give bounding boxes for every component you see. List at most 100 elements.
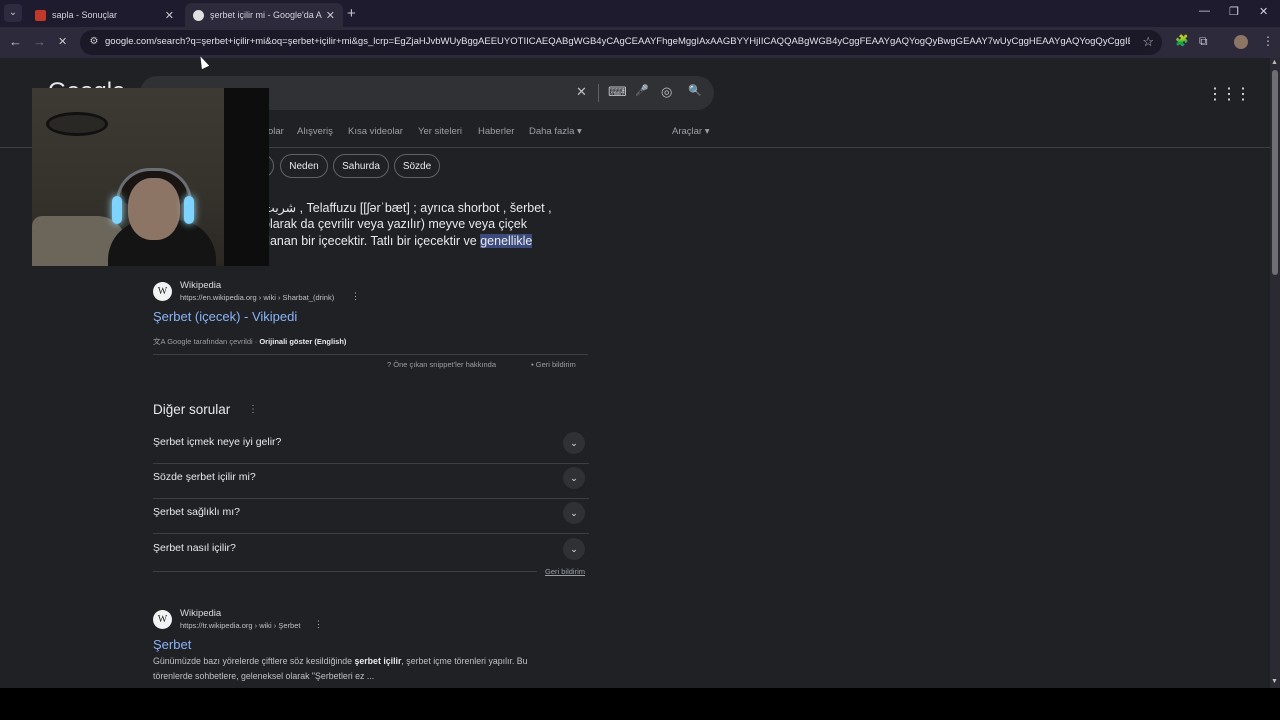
stop-loading-button[interactable]: ✕ [58, 35, 67, 48]
nav-tab-more[interactable]: Daha fazla ▾ [529, 126, 582, 137]
address-bar[interactable]: ⚙ google.com/search?q=şerbet+içilir+mi&o… [80, 30, 1162, 55]
scroll-down-arrow[interactable]: ▼ [1271, 678, 1278, 685]
result-description: törenlerde sohbetlere, geleneksel olarak… [153, 671, 375, 681]
snippet-text: rlanan bir içecektir. Tatlı bir içecekti… [263, 234, 481, 248]
desc-text: Günümüzde bazı yörelerde çiftlere söz ke… [153, 656, 355, 666]
browser-window: ⌄ sapla - Sonuçlar ✕ şerbet içilir mi - … [0, 0, 1280, 688]
scroll-up-arrow[interactable]: ▲ [1271, 59, 1278, 66]
about-snippets-link[interactable]: ? Öne çıkan snippet'ler hakkında [387, 360, 496, 369]
tab-sapla[interactable]: sapla - Sonuçlar ✕ [27, 3, 182, 27]
nav-tab-news[interactable]: Haberler [478, 126, 514, 137]
related-question[interactable]: Şerbet içmek neye iyi gelir? ⌄ [153, 431, 589, 466]
restore-button[interactable]: ❐ [1229, 5, 1239, 18]
question-divider [153, 463, 589, 464]
related-question[interactable]: Sözde şerbet içilir mi? ⌄ [153, 466, 589, 501]
related-question[interactable]: Şerbet nasıl içilir? ⌄ [153, 537, 589, 572]
url-text[interactable]: google.com/search?q=şerbet+içilir+mi&oq=… [105, 36, 1130, 47]
extensions-icon[interactable]: ⧉ [1199, 34, 1208, 49]
questions-divider [153, 571, 537, 572]
more-options-icon[interactable]: ⋮ [314, 619, 323, 630]
close-tab-icon[interactable]: ✕ [165, 9, 174, 22]
source-url: https://en.wikipedia.org › wiki › Sharba… [180, 293, 335, 302]
close-tab-icon[interactable]: ✕ [326, 9, 335, 22]
question-divider [153, 498, 589, 499]
headphone-left [112, 196, 122, 224]
clear-search-icon[interactable]: ✕ [576, 84, 587, 100]
google-apps-icon[interactable]: ⋮⋮⋮ [1207, 84, 1251, 104]
question-text: Şerbet sağlıklı mı? [153, 506, 240, 518]
new-tab-button[interactable]: + [347, 5, 356, 22]
result-title-link[interactable]: Şerbet (içecek) - Vikipedi [153, 309, 297, 324]
result-title-link[interactable]: Şerbet [153, 637, 191, 652]
chevron-down-icon[interactable]: ⌄ [563, 538, 585, 560]
webcam-overlay [32, 88, 269, 266]
search-icon[interactable]: 🔍 [688, 84, 702, 97]
microphone-icon[interactable]: 🎤 [635, 84, 649, 97]
tab-favicon [35, 9, 46, 21]
featured-snippet-line: olarak da çevrilir veya yazılır) meyve v… [263, 217, 527, 231]
webcam-doorway [224, 88, 269, 266]
nav-tab-web[interactable]: Yer siteleri [418, 126, 462, 137]
tab-title: şerbet içilir mi - Google'da Ara [210, 10, 322, 20]
bookmark-star-icon[interactable]: ☆ [1142, 34, 1154, 50]
more-options-icon[interactable]: ⋮ [351, 291, 360, 302]
featured-snippet-line: rlanan bir içecektir. Tatlı bir içecekti… [263, 234, 533, 248]
about-snippets-label: Öne çıkan snippet'ler hakkında [393, 360, 497, 369]
site-info-icon[interactable]: ⚙ [88, 36, 100, 48]
source-url: https://tr.wikipedia.org › wiki › Şerbet [180, 621, 301, 630]
forward-button[interactable]: → [33, 34, 46, 49]
webcam-mirror [46, 112, 108, 136]
source-name: Wikipedia [180, 608, 222, 619]
question-text: Sözde şerbet içilir mi? [153, 471, 256, 483]
desc-text: , şerbet içme törenleri yapılır. Bu [401, 656, 528, 666]
snippet-feedback-link[interactable]: ▪ Geri bildirim [531, 360, 576, 369]
snippet-highlight: genellikle [480, 234, 533, 248]
close-window-button[interactable]: ✕ [1259, 5, 1268, 18]
nav-tab-short-videos[interactable]: Kısa videolar [348, 126, 403, 137]
snippet-divider [153, 354, 588, 355]
desc-bold: şerbet içilir [354, 656, 402, 666]
questions-feedback-link[interactable]: Geri bildirim [545, 567, 585, 576]
extension-red-icon[interactable]: 🧩 [1175, 34, 1189, 47]
question-text: Şerbet nasıl içilir? [153, 542, 236, 554]
nav-tab-images[interactable]: olar [268, 126, 284, 137]
wikipedia-icon: W [153, 610, 172, 629]
tab-strip: ⌄ sapla - Sonuçlar ✕ şerbet içilir mi - … [0, 0, 1280, 27]
chevron-down-icon[interactable]: ⌄ [563, 502, 585, 524]
related-question[interactable]: Şerbet sağlıklı mı? ⌄ [153, 501, 589, 536]
chevron-down-icon[interactable]: ⌄ [563, 467, 585, 489]
translation-note: 文A Google tarafından çevrildi · Orijinal… [153, 336, 346, 347]
lens-icon[interactable]: ◎ [661, 84, 672, 100]
tab-search-button[interactable]: ⌄ [4, 4, 22, 22]
minimize-button[interactable]: — [1199, 5, 1210, 17]
browser-toolbar: ← → ✕ ⚙ google.com/search?q=şerbet+içili… [0, 27, 1280, 58]
chevron-down-icon[interactable]: ⌄ [563, 432, 585, 454]
filter-chip-sahurda[interactable]: Sahurda [333, 154, 389, 178]
wikipedia-icon: W [153, 282, 172, 301]
scroll-thumb[interactable] [1272, 70, 1278, 275]
profile-avatar[interactable] [1234, 35, 1248, 49]
page-scrollbar[interactable]: ▲ ▼ [1270, 58, 1280, 688]
letterbox-bar [0, 688, 1280, 720]
filter-chip-neden[interactable]: Neden [280, 154, 328, 178]
show-original-link[interactable]: Orijinali göster (English) [259, 337, 346, 346]
nav-tab-shopping[interactable]: Alışveriş [297, 126, 333, 137]
translate-icon: 文A [153, 337, 168, 346]
search-box-divider [598, 84, 599, 102]
browser-menu-icon[interactable]: ⋮ [1262, 34, 1274, 48]
filter-chip-sozde[interactable]: Sözde [394, 154, 440, 178]
tools-button[interactable]: Araçlar ▾ [672, 126, 710, 137]
google-favicon [193, 9, 204, 21]
tab-google-search[interactable]: şerbet içilir mi - Google'da Ara ✕ [185, 3, 343, 27]
keyboard-icon[interactable]: ⌨ [608, 84, 627, 100]
featured-snippet-line: شربت , Telaffuzu [[ʃərˈbæt] ; ayrıca sho… [263, 201, 552, 215]
headphone-right [184, 196, 194, 224]
related-questions-heading: Diğer sorular [153, 402, 231, 417]
related-questions-menu-icon[interactable]: ⋮ [248, 404, 258, 415]
feedback-label: Geri bildirim [535, 360, 576, 369]
tab-title: sapla - Sonuçlar [52, 10, 118, 20]
question-text: Şerbet içmek neye iyi gelir? [153, 436, 282, 448]
back-button[interactable]: ← [9, 34, 22, 49]
question-divider [153, 533, 589, 534]
result-description: Günümüzde bazı yörelerde çiftlere söz ke… [153, 656, 528, 666]
